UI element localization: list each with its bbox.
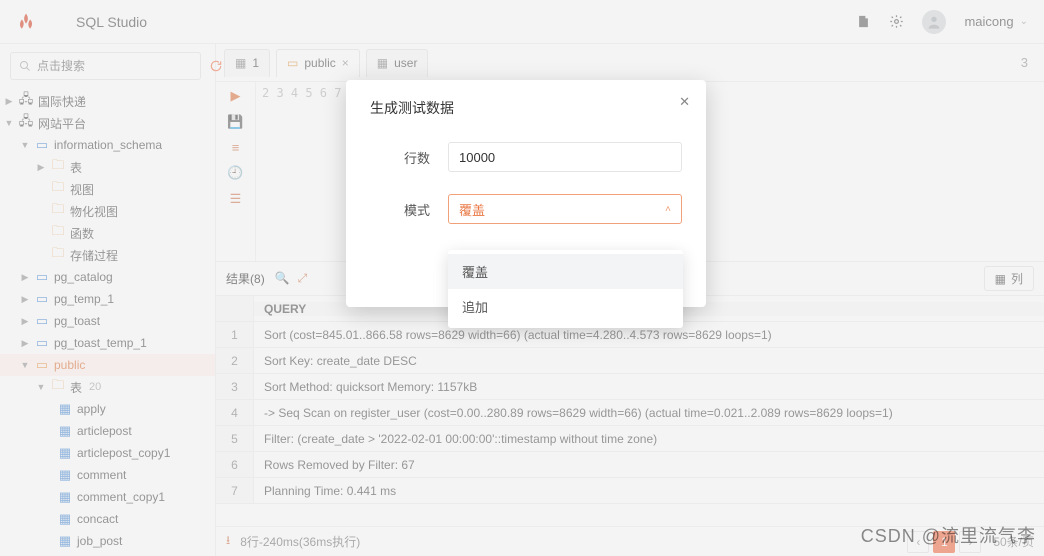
mode-value: 覆盖 bbox=[459, 200, 485, 219]
modal-title: 生成测试数据 bbox=[370, 98, 682, 118]
dropdown-option[interactable]: 覆盖 bbox=[448, 254, 683, 289]
mode-label: 模式 bbox=[370, 200, 430, 219]
mode-dropdown: 覆盖 追加 bbox=[448, 250, 683, 328]
close-icon[interactable]: ✕ bbox=[679, 94, 690, 110]
generate-data-modal: ✕ 生成测试数据 行数 模式 覆盖 ˄ 覆盖 追加 确定 bbox=[346, 80, 706, 307]
rows-input[interactable] bbox=[448, 142, 682, 172]
rows-label: 行数 bbox=[370, 148, 430, 167]
chevron-up-icon: ˄ bbox=[665, 204, 671, 215]
mode-select[interactable]: 覆盖 ˄ bbox=[448, 194, 682, 224]
dropdown-option[interactable]: 追加 bbox=[448, 289, 683, 324]
